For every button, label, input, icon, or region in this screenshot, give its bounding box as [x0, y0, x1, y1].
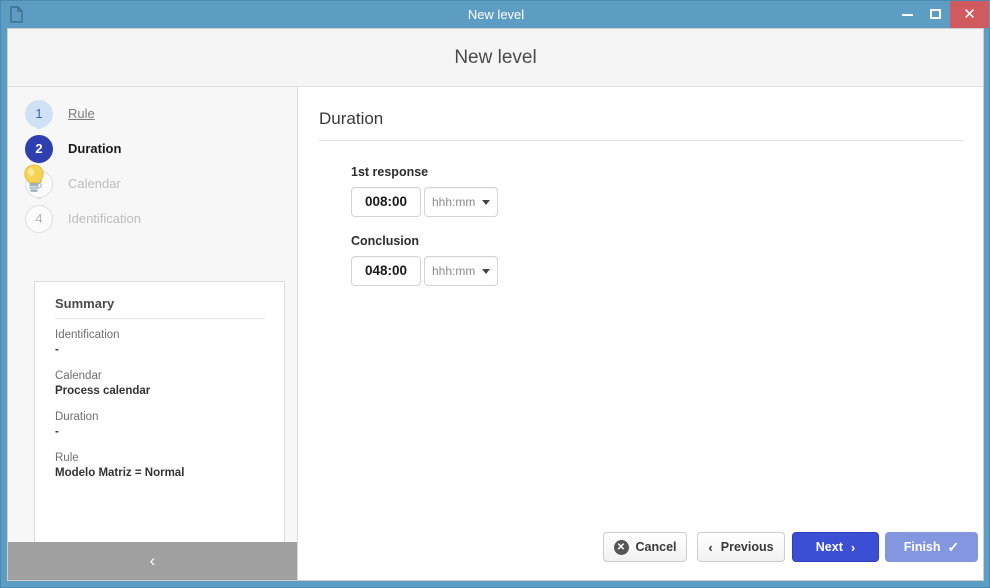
first-response-input[interactable] [351, 187, 421, 217]
summary-item: Duration - [55, 410, 270, 440]
first-response-unit-select[interactable]: hhh:mm [424, 187, 499, 217]
conclusion-input[interactable] [351, 256, 421, 286]
summary-item-label: Duration [55, 411, 99, 423]
chevron-right-icon: › [850, 539, 856, 555]
finish-button-label: Finish [903, 540, 941, 554]
cancel-button-label: Cancel [635, 540, 677, 554]
lightbulb-icon [22, 163, 46, 195]
step-number: 2 [25, 135, 53, 163]
dialog-header: New level [8, 29, 983, 87]
wizard-step-calendar: 3 Calendar [8, 167, 315, 202]
sidebar-collapse-button[interactable]: ‹ [8, 542, 297, 580]
summary-item-value: - [55, 344, 59, 356]
summary-item: Identification - [55, 328, 270, 358]
field-first-response: 1st response hhh:mm [351, 165, 499, 217]
conclusion-unit-select[interactable]: hhh:mm [424, 256, 499, 286]
summary-title: Summary [55, 296, 115, 311]
summary-list: Identification - Calendar Process calend… [55, 328, 270, 492]
field-label: Conclusion [351, 234, 420, 248]
summary-divider [55, 318, 265, 319]
close-button[interactable]: ✕ [950, 1, 989, 28]
summary-item-label: Identification [55, 329, 120, 341]
section-title: Duration [319, 109, 384, 128]
title-bar: New level ✕ [1, 1, 990, 28]
dialog-footer: ✕ Cancel ‹ Previous Next › Finish ✓ [590, 518, 983, 580]
unit-label: hhh:mm [432, 195, 476, 209]
application-window: New level ✕ New level 1 Rule 2 Duration [0, 0, 990, 588]
step-label[interactable]: Rule [68, 100, 95, 127]
finish-button[interactable]: Finish ✓ [885, 532, 978, 562]
section-divider [319, 140, 964, 141]
summary-item-value: Process calendar [55, 385, 151, 397]
step-number: 1 [25, 100, 53, 128]
previous-button[interactable]: ‹ Previous [697, 532, 785, 562]
page-title: New level [454, 47, 537, 68]
chevron-left-icon: ‹ [708, 539, 713, 555]
main-content: Duration 1st response hhh:mm Conclusion [299, 87, 983, 580]
step-label: Calendar [68, 176, 121, 191]
summary-item: Rule Modelo Matriz = Normal [55, 451, 270, 481]
check-icon: ✓ [947, 538, 960, 555]
wizard-step-rule[interactable]: 1 Rule [8, 97, 315, 132]
next-button-label: Next [815, 540, 843, 554]
cancel-button[interactable]: ✕ Cancel [603, 532, 687, 562]
minimize-button[interactable] [894, 1, 922, 28]
summary-item: Calendar Process calendar [55, 369, 270, 399]
wizard-step-identification: 4 Identification [8, 202, 315, 237]
field-label: 1st response [351, 165, 429, 179]
chevron-down-icon [482, 268, 491, 274]
previous-button-label: Previous [720, 540, 774, 554]
field-row: hhh:mm [351, 187, 499, 217]
step-label: Identification [68, 211, 141, 226]
dialog-body: New level 1 Rule 2 Duration 3 Calendar 4… [7, 28, 984, 581]
unit-label: hhh:mm [432, 264, 476, 278]
window-title: New level [467, 7, 525, 22]
chevron-down-icon [482, 199, 491, 205]
wizard-step-duration[interactable]: 2 Duration [8, 132, 315, 167]
step-label: Duration [68, 141, 122, 156]
summary-item-value: - [55, 426, 59, 438]
field-conclusion: Conclusion hhh:mm [351, 234, 499, 286]
summary-item-value: Modelo Matriz = Normal [55, 467, 185, 479]
summary-panel: Summary Identification - Calendar Proces… [34, 281, 285, 544]
summary-item-label: Rule [55, 452, 79, 464]
close-circle-icon: ✕ [613, 539, 629, 555]
next-button[interactable]: Next › [792, 532, 879, 562]
field-row: hhh:mm [351, 256, 499, 286]
maximize-button[interactable] [922, 1, 950, 28]
wizard-sidebar: 1 Rule 2 Duration 3 Calendar 4 Identific… [8, 87, 298, 580]
summary-item-label: Calendar [55, 370, 102, 382]
step-number: 4 [25, 205, 53, 233]
